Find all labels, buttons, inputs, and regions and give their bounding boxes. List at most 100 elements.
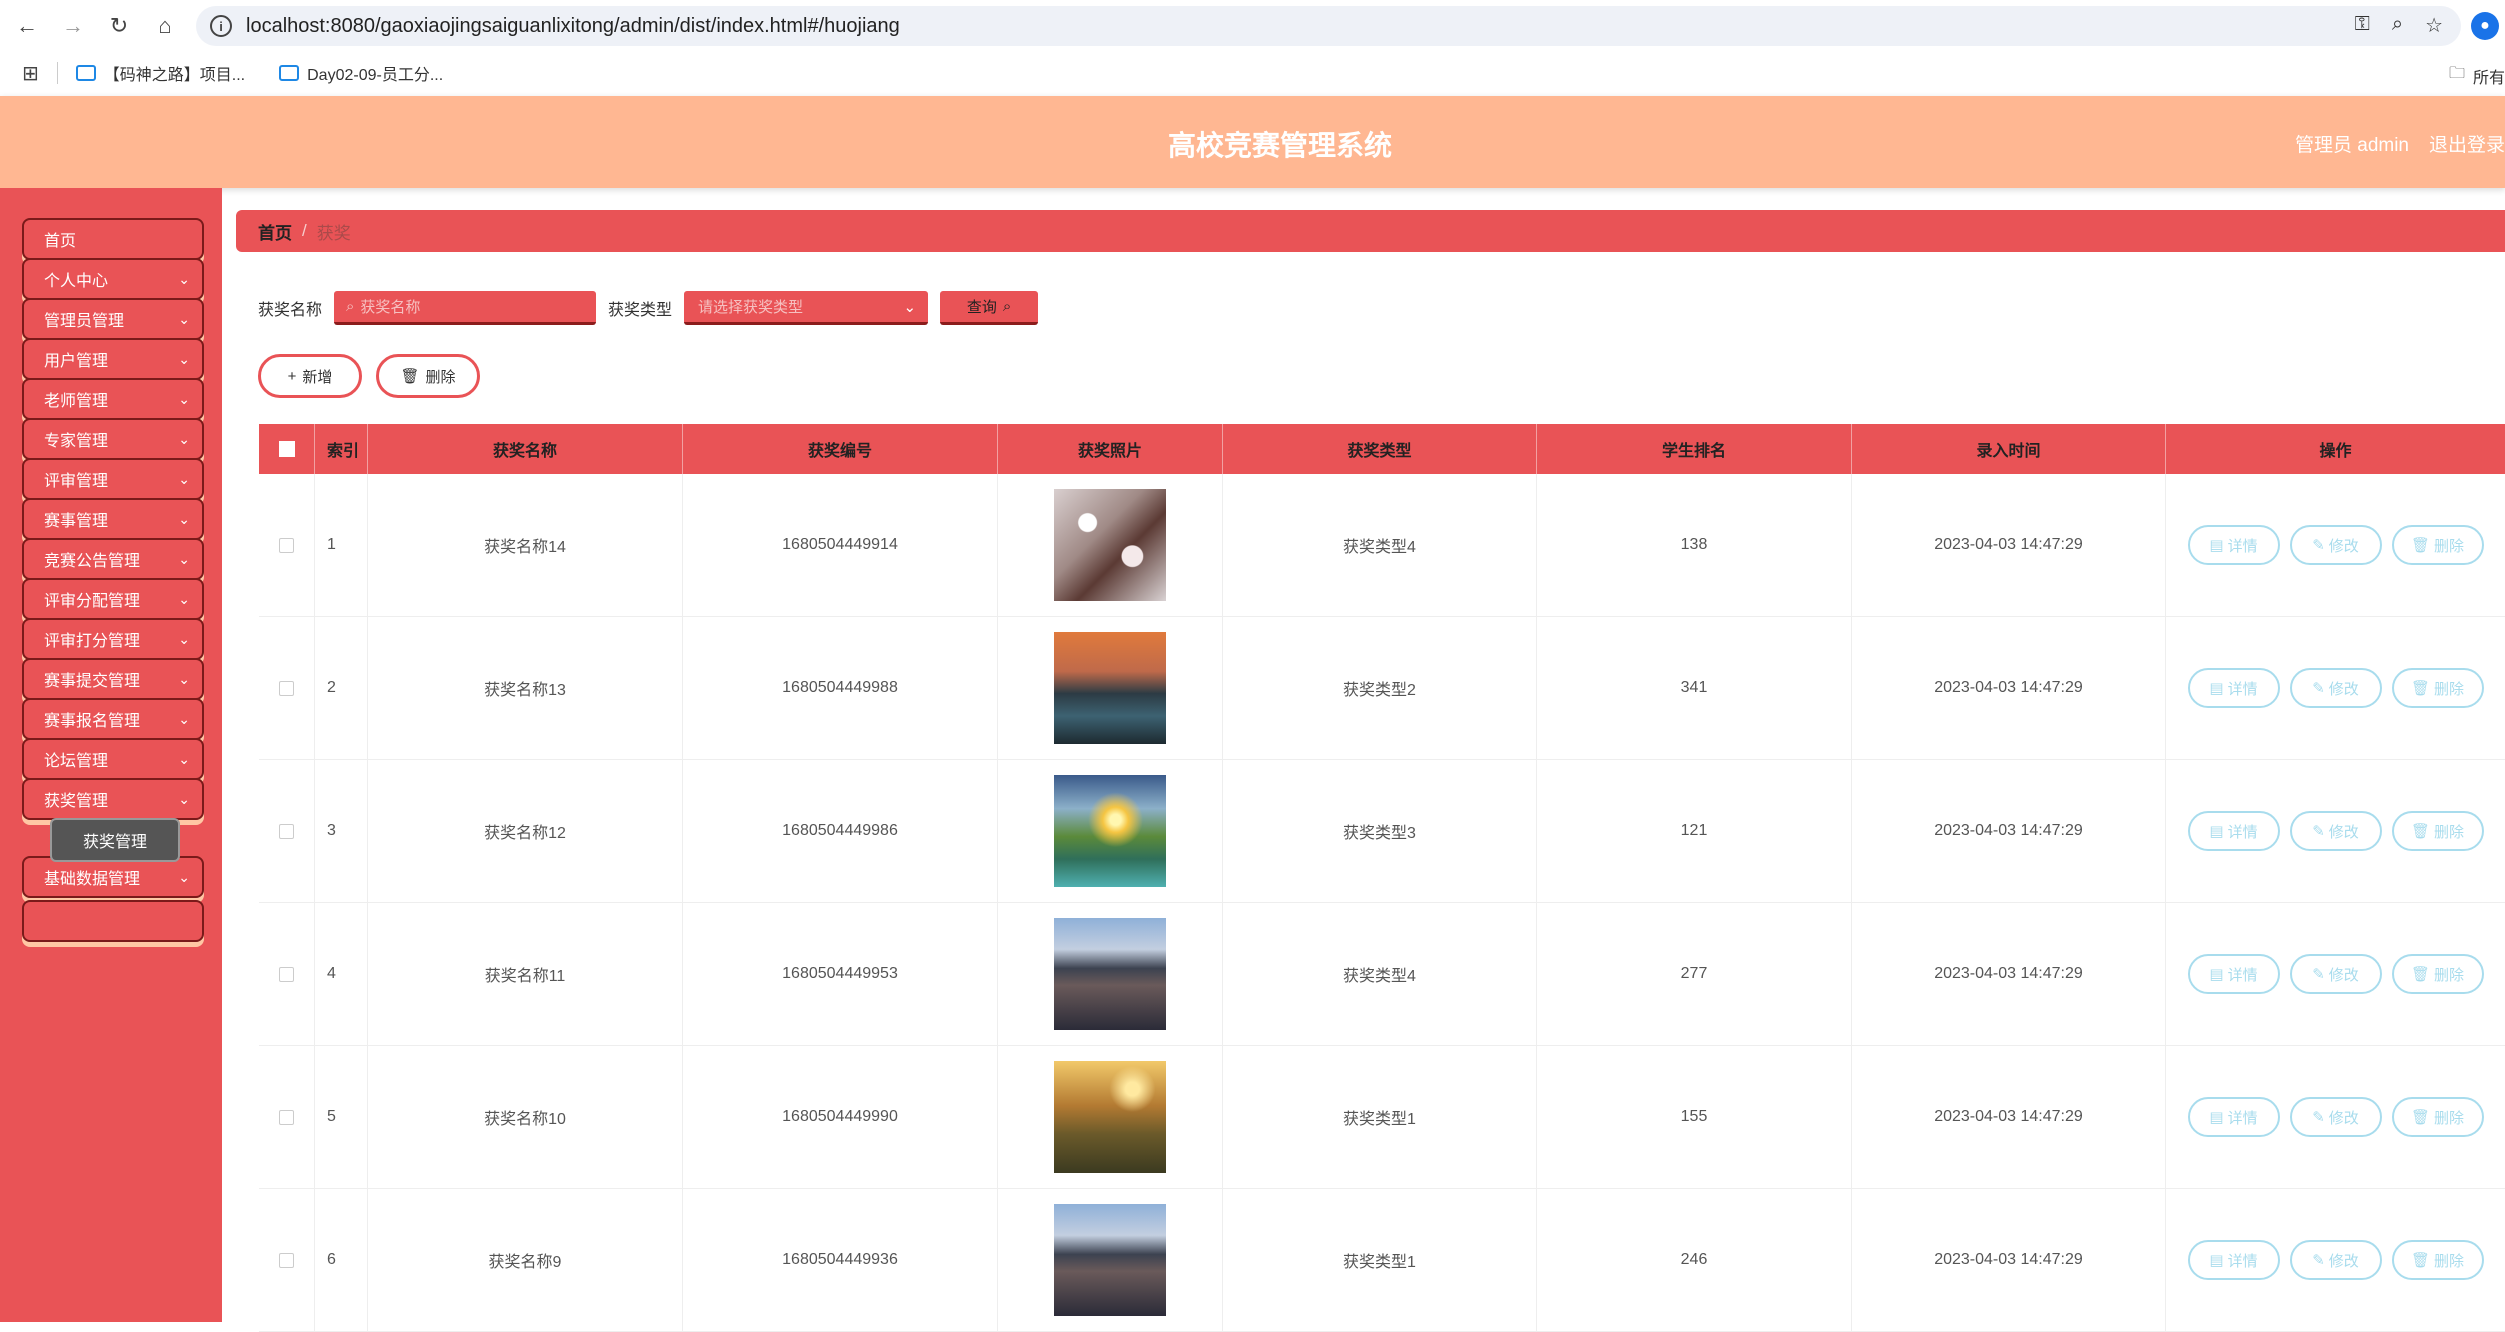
zoom-icon[interactable]: ⌕ — [2392, 13, 2403, 38]
delete-button[interactable]: 🗑 删除 — [2391, 811, 2484, 851]
award-photo-thumbnail[interactable] — [1054, 632, 1166, 744]
delete-label: 删除 — [2434, 537, 2465, 555]
detail-button[interactable]: ▤ 详情 — [2187, 1097, 2280, 1137]
url-text[interactable]: localhost:8080/gaoxiaojingsaiguanlixiton… — [246, 15, 900, 38]
query-button[interactable]: 查询 ⌕ — [940, 291, 1039, 325]
edit-button[interactable]: ✎ 修改 — [2289, 811, 2382, 851]
detail-button[interactable]: ▤ 详情 — [2187, 1240, 2280, 1280]
sidebar-item-label: 管理员管理 — [44, 313, 125, 330]
site-info-icon[interactable]: i — [210, 15, 232, 37]
sidebar-item-notices[interactable]: 竞赛公告管理 ⌄ — [22, 538, 204, 580]
award-name-input[interactable]: ⌕ 获奖名称 — [334, 291, 597, 325]
sidebar-item-base-data[interactable]: 基础数据管理 ⌄ — [22, 856, 204, 898]
sidebar-item-reviews[interactable]: 评审管理 ⌄ — [22, 458, 204, 500]
delete-label: 删除 — [2434, 966, 2465, 984]
cell-operations: ▤ 详情 ✎ 修改 🗑 删除 — [2166, 1046, 2505, 1188]
row-checkbox[interactable] — [279, 823, 294, 839]
bookmark-item[interactable]: Day02-09-员工分... — [279, 61, 443, 85]
row-checkbox[interactable] — [279, 537, 294, 553]
bookmark-item[interactable]: 【码神之路】项目... — [75, 61, 245, 85]
row-checkbox[interactable] — [279, 1252, 294, 1268]
delete-button[interactable]: 🗑 删除 — [2391, 668, 2484, 708]
sidebar-item-more[interactable] — [22, 900, 204, 942]
profile-avatar-icon[interactable]: ● — [2471, 12, 2499, 40]
detail-button[interactable]: ▤ 详情 — [2187, 954, 2280, 994]
star-icon[interactable]: ☆ — [2425, 13, 2443, 38]
forward-icon[interactable]: → — [54, 7, 92, 45]
action-bar: + 新增 🗑 删除 — [258, 354, 480, 398]
logout-link[interactable]: 退出登录 — [2429, 130, 2505, 157]
award-photo-thumbnail[interactable] — [1054, 489, 1166, 601]
chevron-down-icon: ⌄ — [178, 869, 190, 885]
sidebar-item-label: 个人中心 — [44, 273, 109, 290]
header-type: 获奖类型 — [1223, 424, 1537, 474]
edit-label: 修改 — [2328, 1109, 2359, 1127]
edit-button[interactable]: ✎ 修改 — [2289, 525, 2382, 565]
sidebar-item-label: 竞赛公告管理 — [44, 553, 141, 570]
row-checkbox[interactable] — [279, 680, 294, 696]
sidebar-item-home[interactable]: 首页 — [22, 218, 204, 260]
sidebar-item-review-score[interactable]: 评审打分管理 ⌄ — [22, 618, 204, 660]
divider — [56, 62, 58, 84]
breadcrumb-home[interactable]: 首页 — [258, 219, 292, 244]
sidebar-item-label: 赛事提交管理 — [44, 673, 141, 690]
chevron-down-icon: ⌄ — [178, 471, 190, 487]
edit-button[interactable]: ✎ 修改 — [2289, 1097, 2382, 1137]
header-rank: 学生排名 — [1537, 424, 1852, 474]
sidebar-item-review-assign[interactable]: 评审分配管理 ⌄ — [22, 578, 204, 620]
award-photo-thumbnail[interactable] — [1054, 1204, 1166, 1316]
sidebar-subitem-awards[interactable]: 获奖管理 — [50, 818, 180, 862]
sidebar-item-events[interactable]: 赛事管理 ⌄ — [22, 498, 204, 540]
delete-button[interactable]: 🗑 删除 — [2391, 1240, 2484, 1280]
key-icon[interactable]: ⚿ — [2355, 13, 2370, 38]
edit-button[interactable]: ✎ 修改 — [2289, 954, 2382, 994]
select-all-checkbox[interactable] — [278, 441, 295, 457]
award-photo-thumbnail[interactable] — [1054, 1061, 1166, 1173]
detail-label: 详情 — [2227, 680, 2258, 698]
sidebar-item-event-signup[interactable]: 赛事报名管理 ⌄ — [22, 698, 204, 740]
edit-button[interactable]: ✎ 修改 — [2289, 668, 2382, 708]
sidebar-item-forum[interactable]: 论坛管理 ⌄ — [22, 738, 204, 780]
home-icon[interactable]: ⌂ — [146, 7, 184, 45]
cell-award-photo — [998, 617, 1223, 759]
all-bookmarks[interactable]: 🗀 所有 — [2449, 62, 2505, 89]
detail-button[interactable]: ▤ 详情 — [2187, 525, 2280, 565]
address-bar[interactable]: i localhost:8080/gaoxiaojingsaiguanlixit… — [196, 6, 2461, 46]
cell-award-type: 获奖类型4 — [1223, 474, 1537, 616]
row-select-cell — [259, 617, 315, 759]
delete-button[interactable]: 🗑 删除 — [2391, 1097, 2484, 1137]
row-checkbox[interactable] — [279, 1109, 294, 1125]
cell-award-name: 获奖名称11 — [368, 903, 683, 1045]
delete-button[interactable]: 🗑 删除 — [2391, 954, 2484, 994]
batch-delete-button[interactable]: 🗑 删除 — [376, 354, 480, 398]
sidebar-item-awards[interactable]: 获奖管理 ⌄ — [22, 778, 204, 820]
detail-button[interactable]: ▤ 详情 — [2187, 811, 2280, 851]
pencil-icon: ✎ — [2312, 1109, 2325, 1126]
add-button[interactable]: + 新增 — [258, 354, 362, 398]
cell-award-name: 获奖名称10 — [368, 1046, 683, 1188]
edit-button[interactable]: ✎ 修改 — [2289, 1240, 2382, 1280]
sidebar-item-event-submit[interactable]: 赛事提交管理 ⌄ — [22, 658, 204, 700]
delete-button[interactable]: 🗑 删除 — [2391, 525, 2484, 565]
chevron-down-icon: ⌄ — [178, 311, 190, 327]
header-photo: 获奖照片 — [998, 424, 1223, 474]
award-photo-thumbnail[interactable] — [1054, 775, 1166, 887]
sidebar-item-label: 赛事报名管理 — [44, 713, 141, 730]
detail-button[interactable]: ▤ 详情 — [2187, 668, 2280, 708]
bilibili-icon — [279, 65, 300, 81]
detail-label: 详情 — [2227, 1109, 2258, 1127]
cell-entry-time: 2023-04-03 14:47:29 — [1852, 617, 2166, 759]
back-icon[interactable]: ← — [8, 7, 46, 45]
cell-student-rank: 341 — [1537, 617, 1852, 759]
award-type-select[interactable]: 请选择获奖类型 ⌄ — [684, 291, 929, 325]
reload-icon[interactable]: ↻ — [100, 7, 138, 45]
sidebar-item-profile[interactable]: 个人中心 ⌄ — [22, 258, 204, 300]
row-checkbox[interactable] — [279, 966, 294, 982]
award-photo-thumbnail[interactable] — [1054, 918, 1166, 1030]
apps-grid-icon[interactable]: ⊞ — [22, 61, 39, 86]
sidebar-item-users[interactable]: 用户管理 ⌄ — [22, 338, 204, 380]
sidebar-item-admin[interactable]: 管理员管理 ⌄ — [22, 298, 204, 340]
cell-award-name: 获奖名称14 — [368, 474, 683, 616]
sidebar-item-experts[interactable]: 专家管理 ⌄ — [22, 418, 204, 460]
sidebar-item-teachers[interactable]: 老师管理 ⌄ — [22, 378, 204, 420]
